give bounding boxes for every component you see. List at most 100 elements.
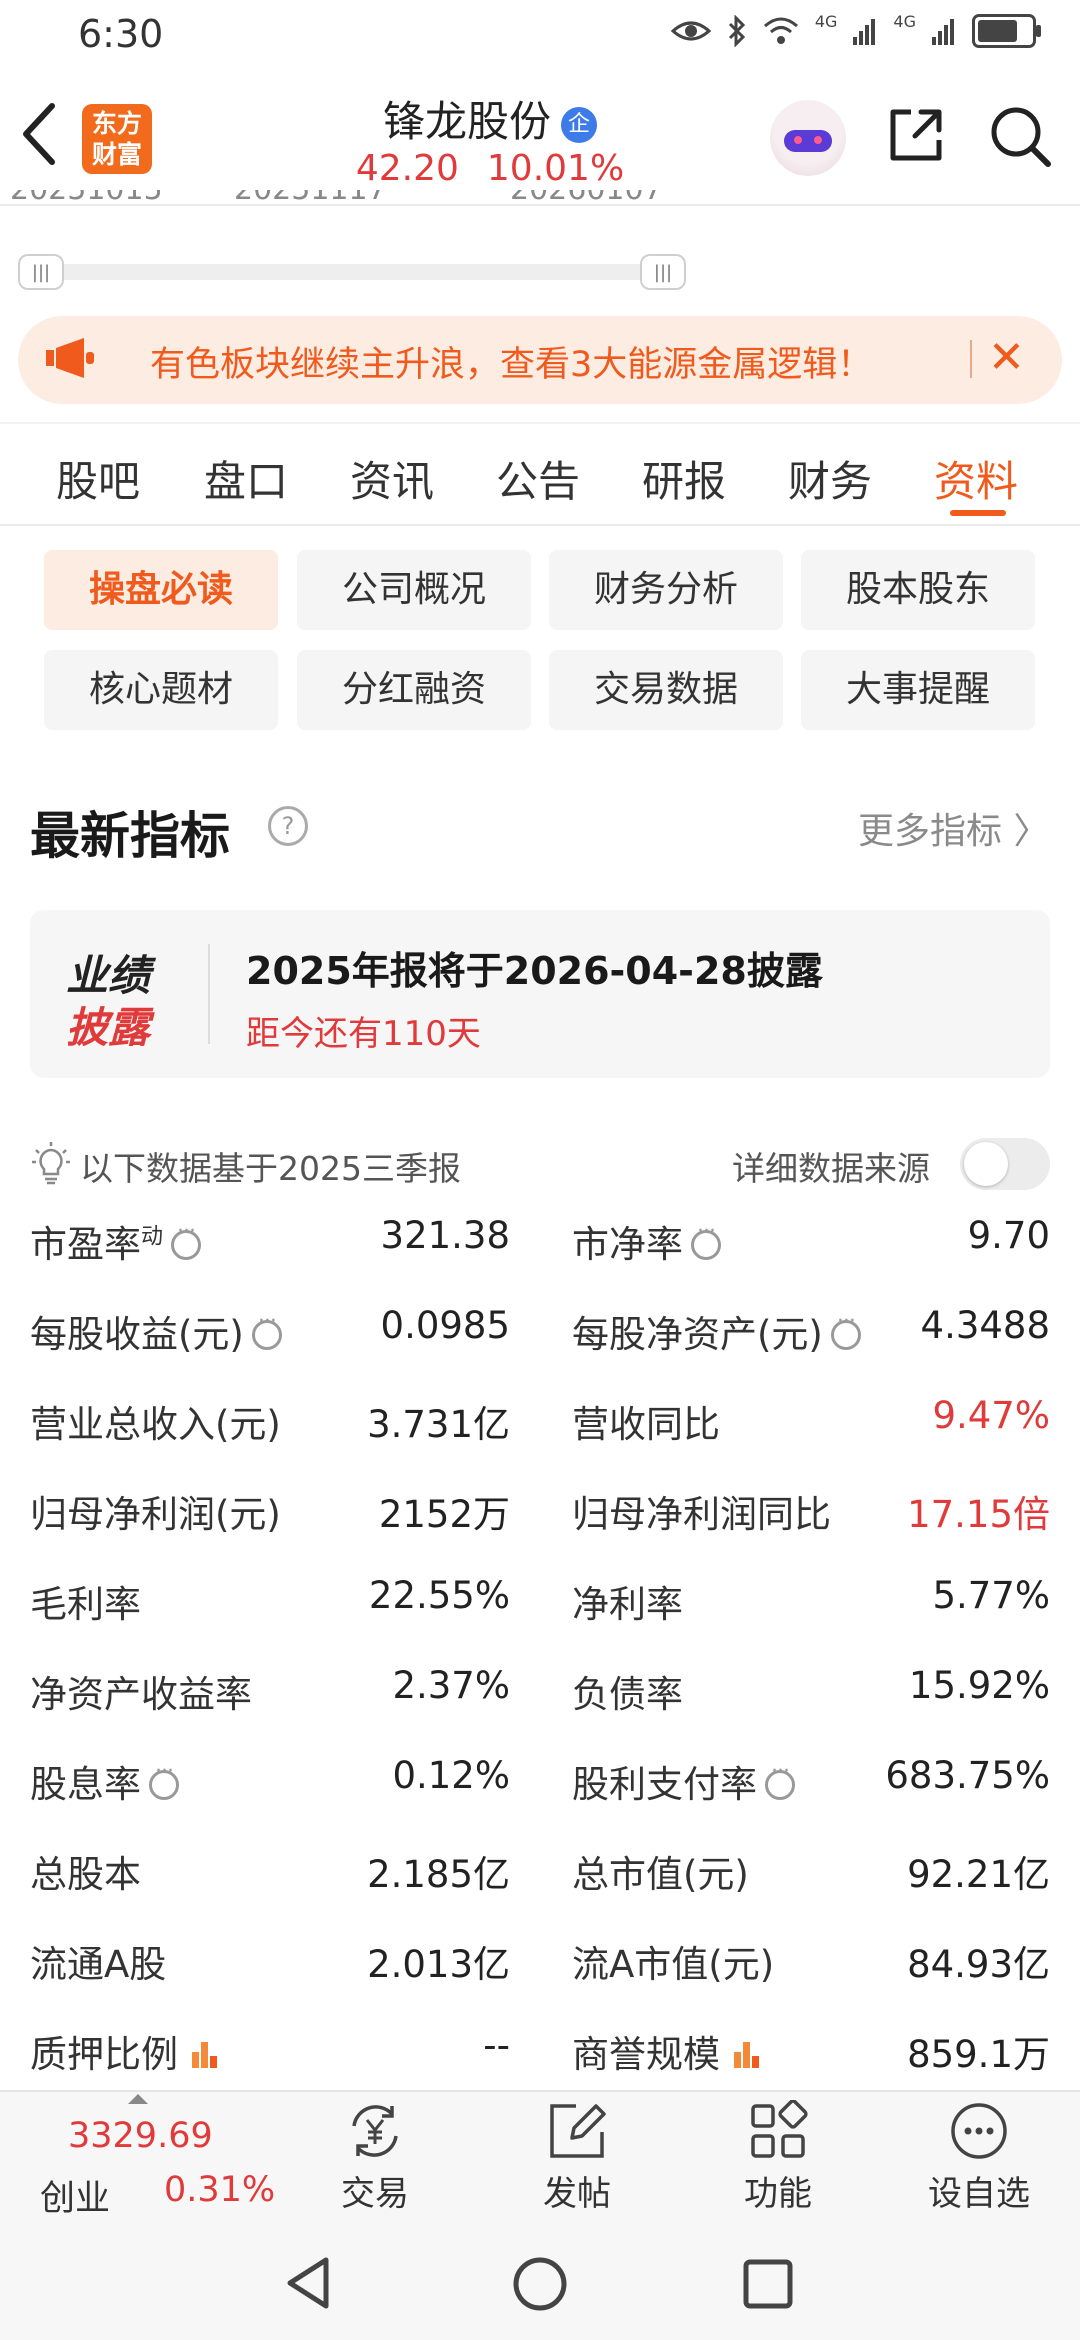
metric-value: 683.75% bbox=[885, 1754, 1050, 1797]
back-button[interactable] bbox=[18, 102, 78, 172]
metric-label-text: 流A市值(元) bbox=[572, 1943, 775, 1986]
help-icon[interactable]: ? bbox=[268, 806, 308, 846]
system-recents-icon[interactable] bbox=[742, 2258, 794, 2310]
eye-icon bbox=[670, 21, 711, 41]
system-nav-bar bbox=[0, 2226, 1080, 2340]
search-icon[interactable] bbox=[988, 104, 1052, 168]
metric-label: 净资产收益率 bbox=[30, 1664, 252, 1718]
sub-tab-chip[interactable]: 操盘必读 bbox=[44, 550, 278, 630]
range-handle-right[interactable]: ||| bbox=[640, 254, 686, 290]
signal-icon-1: 4G bbox=[814, 11, 838, 31]
metric-label: 净利率 bbox=[572, 1574, 683, 1628]
metric-value: -- bbox=[483, 2024, 510, 2067]
wifi-icon bbox=[763, 17, 798, 44]
chevron-left-icon bbox=[23, 103, 55, 165]
sub-tab-chip[interactable]: 财务分析 bbox=[549, 550, 783, 630]
section-divider bbox=[0, 422, 1080, 424]
nav-trade[interactable]: 交易 bbox=[300, 2100, 450, 2215]
bar-chart-icon[interactable] bbox=[190, 2038, 220, 2068]
more-info-icon[interactable] bbox=[251, 1309, 282, 1350]
tab-6[interactable]: 资料 bbox=[934, 448, 1018, 509]
sub-tab-chip[interactable]: 大事提醒 bbox=[801, 650, 1035, 730]
metric-label: 市净率 bbox=[572, 1214, 721, 1268]
ai-assistant-robot-icon[interactable] bbox=[770, 100, 846, 176]
metric-value: 859.1万 bbox=[907, 2033, 1050, 2076]
metric-label: 负债率 bbox=[572, 1664, 683, 1718]
sub-tab-chip[interactable]: 核心题材 bbox=[44, 650, 278, 730]
range-handle-left[interactable]: ||| bbox=[18, 254, 64, 290]
banner-text[interactable]: 有色板块继续主升浪，查看3大能源金属逻辑！ bbox=[150, 336, 872, 387]
tab-4[interactable]: 研报 bbox=[642, 448, 726, 509]
nav-post[interactable]: 发帖 bbox=[502, 2100, 652, 2215]
sub-tab-chip[interactable]: 股本股东 bbox=[801, 550, 1035, 630]
metric-value: 0.0985 bbox=[380, 1304, 510, 1347]
index-value[interactable]: 3329.69 bbox=[68, 2116, 213, 2156]
metric-value: 0.12% bbox=[392, 1754, 510, 1797]
metric-label: 市盈率动 bbox=[30, 1214, 202, 1268]
nav-functions[interactable]: 功能 bbox=[703, 2100, 853, 2215]
stock-quote: 42.20 10.01% bbox=[300, 148, 680, 189]
nav-add-watchlist-label: 设自选 bbox=[928, 2174, 1030, 2214]
disclosure-label-line2: 披露 bbox=[66, 1003, 151, 1052]
metric-label-text: 股息率 bbox=[30, 1763, 141, 1806]
expand-up-icon[interactable] bbox=[128, 2094, 148, 2104]
enterprise-badge-icon: 企 bbox=[561, 106, 597, 143]
sub-tab-chip[interactable]: 分红融资 bbox=[297, 650, 531, 730]
app-logo[interactable]: 东方 财富 bbox=[82, 104, 152, 174]
more-info-icon[interactable] bbox=[830, 1309, 861, 1350]
metric-label: 营业总收入(元) bbox=[30, 1394, 281, 1448]
signal-bars-icon-2 bbox=[932, 19, 954, 45]
range-date-end: 20260107 bbox=[510, 190, 663, 207]
metric-label-text: 流通A股 bbox=[30, 1943, 167, 1986]
banner-divider bbox=[970, 340, 972, 378]
metric-label-text: 每股收益(元) bbox=[30, 1313, 244, 1356]
status-bar: 6:30 4G 4G bbox=[0, 0, 1080, 70]
system-home-icon[interactable] bbox=[512, 2256, 568, 2312]
metric-label: 归母净利润(元) bbox=[30, 1484, 281, 1538]
metric-label-text: 归母净利润同比 bbox=[572, 1493, 831, 1536]
share-icon[interactable] bbox=[885, 104, 947, 166]
more-info-icon[interactable] bbox=[691, 1219, 721, 1260]
metric-label: 流通A股 bbox=[30, 1934, 166, 1988]
status-time: 6:30 bbox=[78, 12, 164, 56]
data-basis-text: 以下数据基于2025三季报 bbox=[80, 1149, 461, 1188]
metric-value: 4.3488 bbox=[920, 1304, 1050, 1347]
index-change[interactable]: 0.31% bbox=[164, 2170, 275, 2210]
nav-add-watchlist[interactable]: 设自选 bbox=[904, 2100, 1054, 2215]
signal-icon-2: 4G bbox=[893, 11, 916, 31]
disclosure-divider bbox=[208, 944, 210, 1044]
tab-0[interactable]: 股吧 bbox=[56, 448, 140, 509]
sub-tab-chip[interactable]: 公司概况 bbox=[297, 550, 531, 630]
more-info-icon[interactable] bbox=[171, 1219, 202, 1260]
tab-5[interactable]: 财务 bbox=[788, 448, 872, 509]
stock-title: 锋龙股份企 bbox=[300, 88, 680, 149]
metric-value: 2152万 bbox=[378, 1493, 510, 1536]
more-indicators-link[interactable]: 更多指标 〉 bbox=[858, 802, 1049, 854]
metric-value: 9.47% bbox=[932, 1394, 1050, 1437]
index-name[interactable]: 创业 bbox=[40, 2170, 110, 2221]
megaphone-icon bbox=[46, 338, 94, 378]
stock-name: 锋龙股份 bbox=[382, 97, 551, 146]
system-back-icon[interactable] bbox=[282, 2254, 334, 2312]
metric-value: 2.37% bbox=[392, 1664, 510, 1707]
more-info-icon[interactable] bbox=[149, 1759, 179, 1800]
nav-post-label: 发帖 bbox=[543, 2174, 611, 2214]
metric-value: 321.38 bbox=[380, 1214, 510, 1257]
data-source-toggle[interactable] bbox=[960, 1138, 1050, 1190]
metric-value: 3.731亿 bbox=[367, 1403, 510, 1446]
logo-line1: 东方 bbox=[91, 109, 142, 138]
metric-label-text: 净资产收益率 bbox=[30, 1673, 252, 1716]
metric-label: 商誉规模 bbox=[572, 2024, 762, 2078]
bar-chart-icon[interactable] bbox=[732, 2038, 762, 2068]
tab-2[interactable]: 资讯 bbox=[350, 448, 434, 509]
metric-value: 9.70 bbox=[967, 1214, 1050, 1257]
sub-tab-chip[interactable]: 交易数据 bbox=[549, 650, 783, 730]
range-track[interactable] bbox=[26, 264, 682, 280]
close-icon[interactable]: ✕ bbox=[988, 332, 1025, 384]
stock-price: 42.20 bbox=[355, 148, 459, 189]
metric-label: 毛利率 bbox=[30, 1574, 141, 1628]
tab-1[interactable]: 盘口 bbox=[204, 448, 288, 509]
logo-line2: 财富 bbox=[91, 140, 142, 169]
more-info-icon[interactable] bbox=[765, 1759, 795, 1800]
tab-3[interactable]: 公告 bbox=[496, 448, 580, 509]
